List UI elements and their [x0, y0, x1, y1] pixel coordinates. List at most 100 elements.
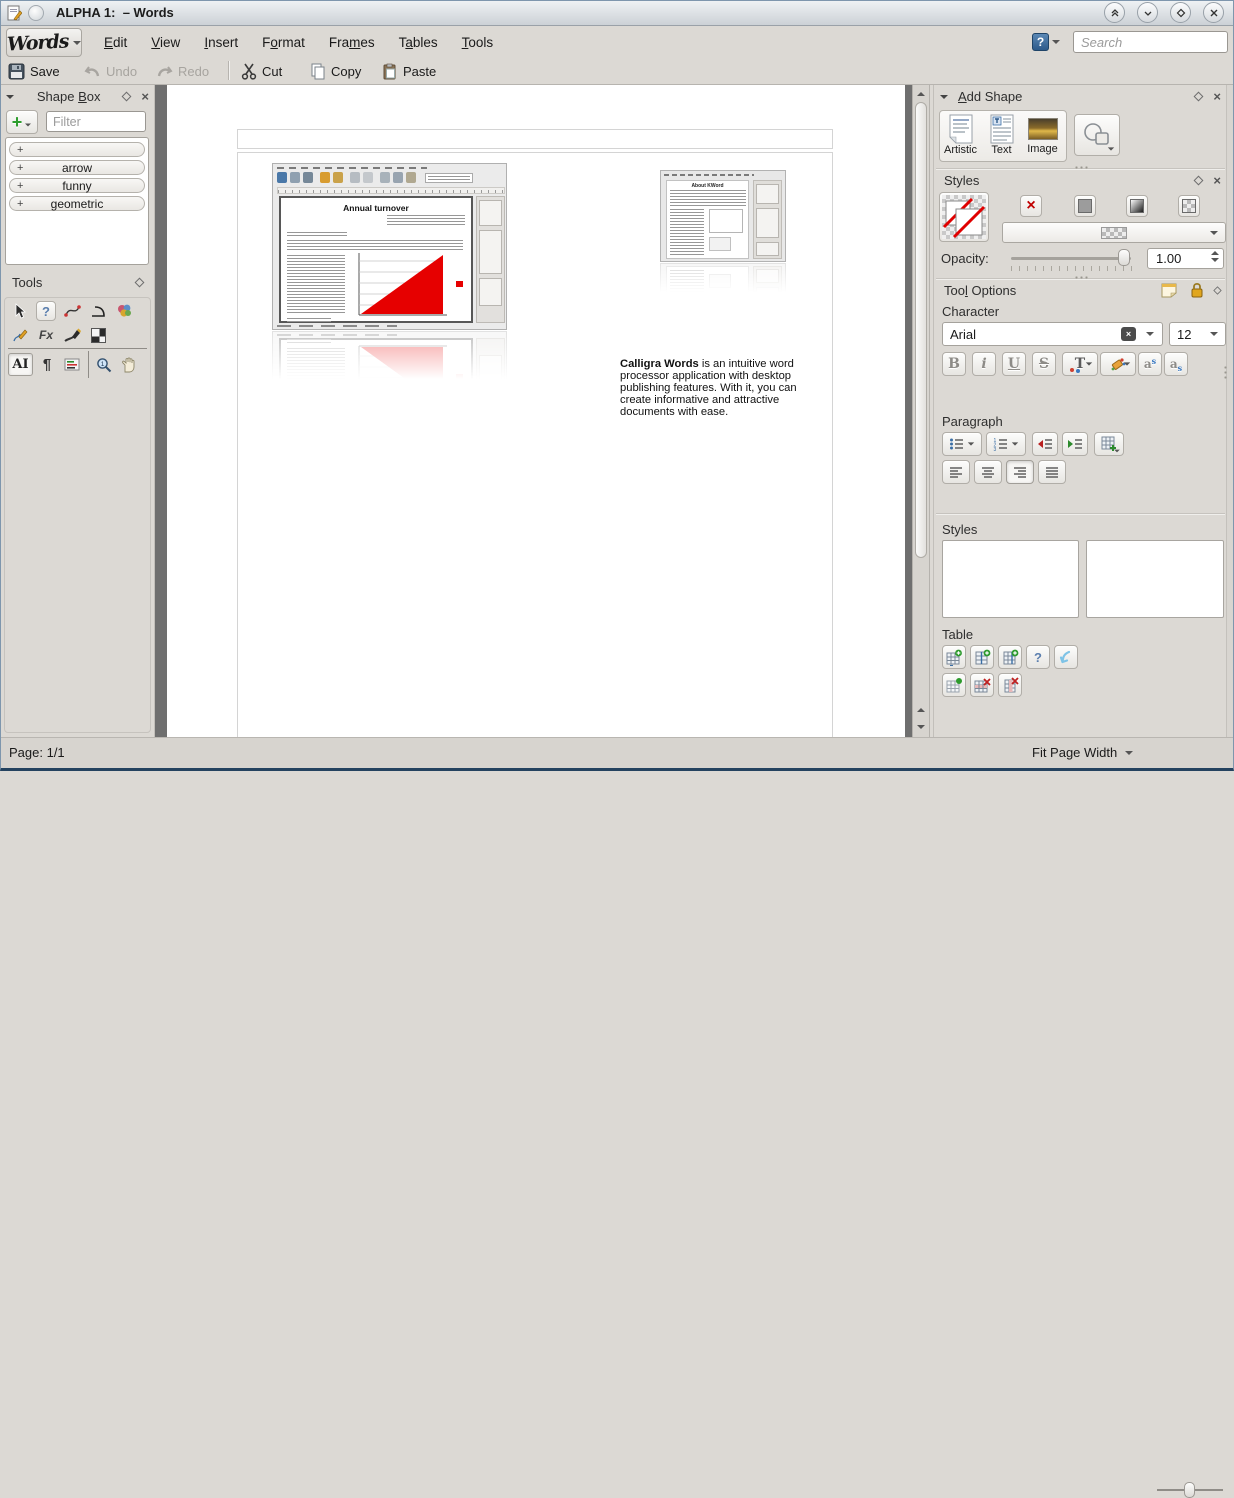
menu-format[interactable]: Format: [250, 35, 317, 50]
solid-fill-button[interactable]: [1074, 195, 1096, 217]
scroll-up-button-bottom[interactable]: [913, 702, 929, 718]
arc-tool[interactable]: [88, 301, 108, 321]
path-edit-tool[interactable]: [62, 301, 82, 321]
align-left-button[interactable]: [942, 460, 970, 484]
styles-dock-header[interactable]: Styles ×: [944, 173, 1221, 188]
opacity-slider[interactable]: [1011, 257, 1131, 260]
fill-style-dropdown[interactable]: [1002, 222, 1226, 243]
window-menu-button[interactable]: [28, 5, 44, 21]
embedded-screenshot-about-kword[interactable]: About KWord: [660, 170, 786, 262]
interaction-tool[interactable]: ?: [36, 301, 56, 321]
words-app-menu-button[interactable]: Words: [6, 28, 82, 57]
cut-button[interactable]: Cut: [241, 60, 282, 82]
bold-button[interactable]: B: [942, 352, 966, 376]
pattern-tool[interactable]: [114, 301, 134, 321]
gradient-pattern-tool[interactable]: [88, 325, 108, 345]
add-image-button[interactable]: Image: [1022, 111, 1063, 161]
shape-category-row[interactable]: +: [9, 142, 145, 157]
freehand-tool[interactable]: [10, 325, 30, 345]
tool-options-header[interactable]: Tool Options: [944, 282, 1221, 298]
undo-button[interactable]: Undo: [84, 60, 137, 82]
expand-plus-icon[interactable]: +: [17, 161, 23, 175]
menu-view[interactable]: View: [139, 35, 192, 50]
maximize-button[interactable]: [1170, 2, 1191, 23]
menu-frames[interactable]: Frames: [317, 35, 387, 50]
table-back-button[interactable]: [1054, 645, 1078, 669]
redo-button[interactable]: Redo: [156, 60, 209, 82]
insert-column-button[interactable]: [998, 645, 1022, 669]
document-paragraph[interactable]: Calligra Words is an intuitive word proc…: [620, 358, 819, 418]
search-input[interactable]: [1073, 31, 1228, 53]
header-frame[interactable]: [237, 129, 833, 149]
help-button[interactable]: ?: [1032, 31, 1062, 53]
menu-insert[interactable]: Insert: [192, 35, 250, 50]
fill-preview-button[interactable]: [939, 192, 989, 242]
insert-row-above-button[interactable]: [942, 645, 966, 669]
add-shape-header[interactable]: Add Shape ×: [940, 89, 1221, 104]
float-panel-icon[interactable]: [122, 92, 132, 102]
keep-above-button[interactable]: [1104, 2, 1125, 23]
close-panel-icon[interactable]: ×: [1213, 90, 1221, 103]
delete-column-button[interactable]: [998, 673, 1022, 697]
character-style-selector[interactable]: [1086, 540, 1224, 618]
add-text-shape-button[interactable]: Text: [981, 111, 1022, 161]
shape-category-row[interactable]: +geometric: [9, 196, 145, 211]
highlight-color-button[interactable]: [1100, 352, 1136, 376]
save-button[interactable]: Save: [8, 60, 60, 82]
insert-row-below-button[interactable]: [970, 645, 994, 669]
paragraph-style-selector[interactable]: [942, 540, 1079, 618]
paragraph-tool[interactable]: ¶: [36, 353, 58, 376]
splitter-dots[interactable]: [1074, 166, 1088, 169]
titlebar[interactable]: ALPHA 1: – Words: [0, 0, 1234, 26]
select-tool[interactable]: [10, 301, 30, 321]
expand-plus-icon[interactable]: +: [17, 143, 23, 157]
scroll-down-button[interactable]: [913, 719, 929, 735]
italic-button[interactable]: i: [972, 352, 996, 376]
scrollbar-thumb[interactable]: [915, 102, 927, 558]
menu-edit[interactable]: Edit: [92, 35, 139, 50]
insert-table-button[interactable]: [942, 673, 966, 697]
font-family-combo[interactable]: Arial ×: [942, 322, 1163, 346]
float-panel-icon[interactable]: [135, 278, 145, 288]
underline-button[interactable]: U: [1002, 352, 1026, 376]
text-tool[interactable]: AI: [8, 353, 33, 376]
align-center-button[interactable]: [974, 460, 1002, 484]
opacity-slider-handle[interactable]: [1118, 249, 1130, 266]
pattern-fill-button[interactable]: [1178, 195, 1200, 217]
bullet-list-button[interactable]: [942, 432, 982, 456]
zoom-tool[interactable]: 1: [93, 353, 115, 376]
splitter-dots[interactable]: [1224, 365, 1227, 379]
menu-tools[interactable]: Tools: [450, 35, 506, 50]
float-panel-icon[interactable]: [1194, 92, 1204, 102]
decrease-indent-button[interactable]: [1032, 432, 1058, 456]
splitter-dots[interactable]: [1074, 276, 1088, 279]
calligraphy-tool[interactable]: [62, 325, 82, 345]
expand-plus-icon[interactable]: +: [17, 197, 23, 211]
document-page[interactable]: Annual turnover: [167, 85, 905, 737]
float-panel-icon[interactable]: [1213, 286, 1221, 294]
minimize-button[interactable]: [1137, 2, 1158, 23]
close-panel-icon[interactable]: ×: [1213, 174, 1221, 187]
references-tool[interactable]: [60, 353, 84, 376]
close-panel-icon[interactable]: ×: [141, 90, 149, 103]
copy-button[interactable]: Copy: [310, 60, 361, 82]
shape-box-header[interactable]: Shape Box ×: [6, 89, 149, 104]
strikethrough-button[interactable]: S: [1032, 352, 1056, 376]
delete-row-button[interactable]: [970, 673, 994, 697]
document-canvas[interactable]: Annual turnover: [155, 85, 912, 737]
subscript-button[interactable]: as: [1164, 352, 1188, 376]
pan-tool[interactable]: [117, 353, 139, 376]
add-shape-collection-button[interactable]: +: [6, 110, 38, 134]
gradient-fill-button[interactable]: [1126, 195, 1148, 217]
expand-plus-icon[interactable]: +: [17, 179, 23, 193]
increase-indent-button[interactable]: [1062, 432, 1088, 456]
shape-category-row[interactable]: +arrow: [9, 160, 145, 175]
insert-table-of-contents-button[interactable]: [1094, 432, 1124, 456]
effects-tool[interactable]: Fx: [36, 325, 56, 345]
close-button[interactable]: [1203, 2, 1224, 23]
note-icon[interactable]: [1160, 282, 1178, 298]
menu-tables[interactable]: Tables: [387, 35, 450, 50]
spin-down-icon[interactable]: [1211, 258, 1219, 262]
no-fill-button[interactable]: ×: [1020, 195, 1042, 217]
collapse-icon[interactable]: [6, 95, 14, 99]
